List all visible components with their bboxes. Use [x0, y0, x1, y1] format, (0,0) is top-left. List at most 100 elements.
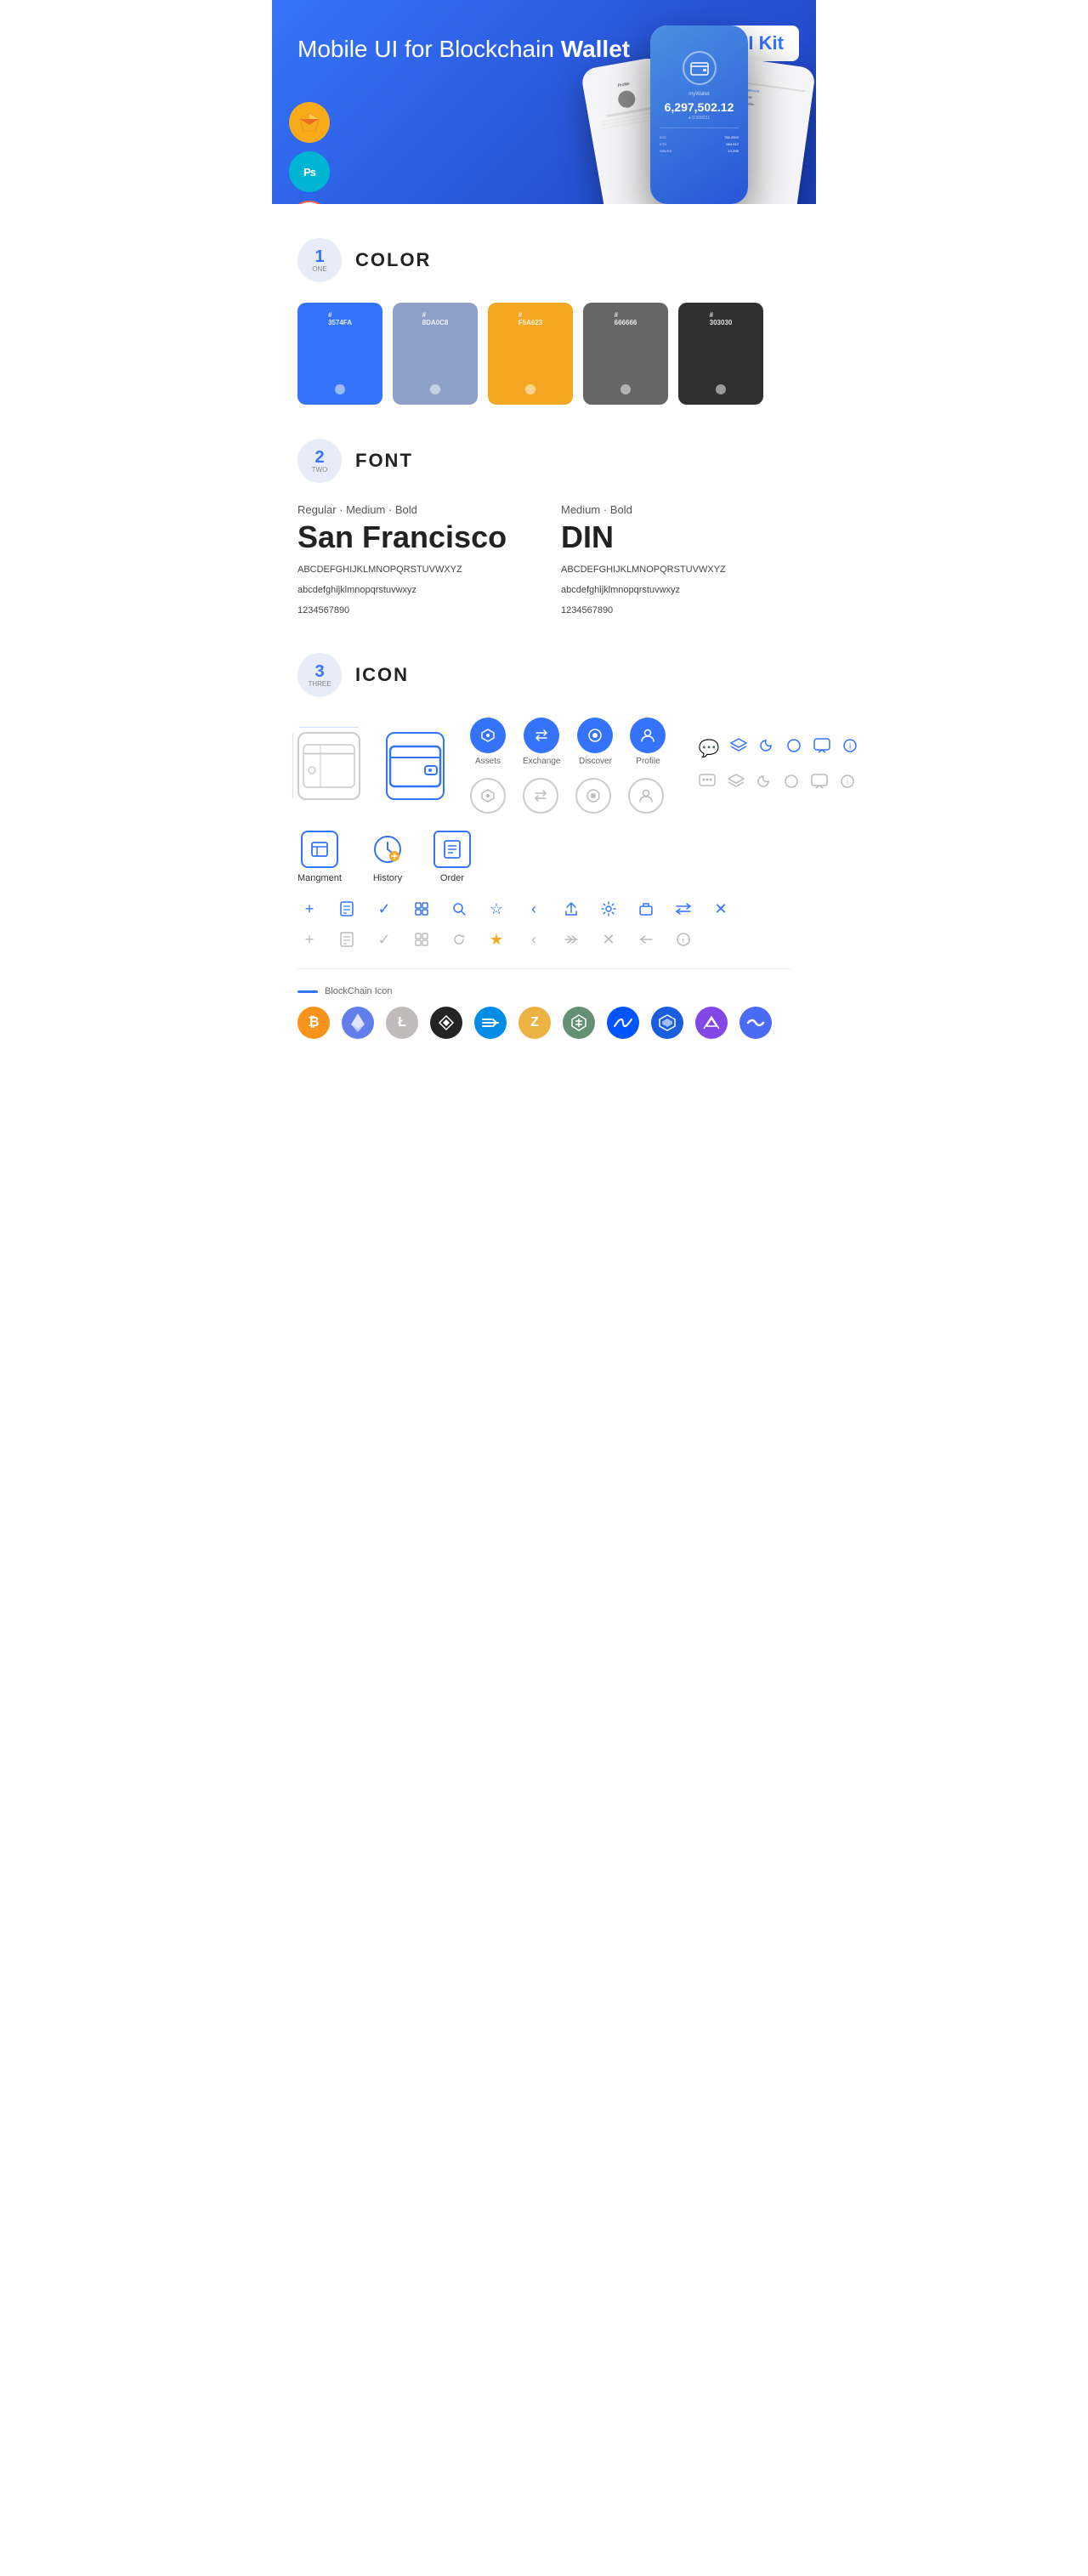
swatch-slate: #8DA0C8 — [393, 303, 478, 405]
misc-icons-right: 💬 i — [698, 736, 858, 795]
document-icon — [335, 897, 359, 921]
icon-row-outline — [470, 778, 666, 814]
zcash-icon: Z — [518, 1007, 551, 1039]
info-icon-outline: i — [839, 773, 856, 794]
circle-icon-outline — [783, 773, 800, 794]
document-icon-gray — [335, 928, 359, 951]
star-icon: ☆ — [484, 897, 508, 921]
close-icon: ✕ — [709, 897, 733, 921]
blockchain-label: BlockChain Icon — [298, 986, 790, 996]
export-icon — [634, 897, 658, 921]
screens-badge: 60+ Screens — [289, 201, 330, 204]
back-icon: ‹ — [522, 897, 546, 921]
check-icon: ✓ — [372, 897, 396, 921]
ethereum-icon — [342, 1007, 374, 1039]
moon-icon-outline — [756, 773, 773, 794]
blockchain-line — [298, 990, 318, 993]
bitcoin-icon: ₿ — [298, 1007, 330, 1039]
discover-icon — [577, 718, 613, 753]
litecoin-icon: Ł — [386, 1007, 418, 1039]
icon-named-rows: Assets Exchange Discover — [470, 718, 666, 814]
nav-icons-row: Mangment History — [298, 831, 790, 883]
font-title: FONT — [355, 450, 413, 472]
icon-title: ICON — [355, 664, 409, 686]
assets-icon-outline — [470, 778, 506, 814]
sketch-badge — [289, 102, 330, 143]
svg-text:i: i — [683, 936, 684, 945]
font-section: Regular · Medium · Bold San Francisco AB… — [298, 503, 790, 619]
hero-section: Mobile UI for Blockchain Wallet UI Kit P… — [272, 0, 816, 204]
star-icon-gold: ★ — [484, 928, 508, 951]
crypto-icons-row: ₿ Ł Z — [298, 1007, 790, 1039]
refresh-icon-gray — [447, 928, 471, 951]
check-icon-gray: ✓ — [372, 928, 396, 951]
toolbar-icons-gray: + ✓ ★ ‹ ✕ i — [298, 928, 790, 951]
iota-icon — [430, 1007, 462, 1039]
management-icon — [301, 831, 338, 868]
nav-icon-history: History — [369, 831, 406, 883]
swatch-gray: #666666 — [583, 303, 668, 405]
icon-exchange: Exchange — [523, 718, 560, 766]
misc-icons-outline: i — [698, 772, 858, 795]
share-icon — [559, 897, 583, 921]
settings-icon — [597, 897, 620, 921]
svg-text:i: i — [847, 778, 848, 787]
color-title: COLOR — [355, 249, 431, 271]
search-icon — [447, 897, 471, 921]
message-icon — [813, 737, 831, 759]
icon-discover: Discover — [577, 718, 613, 766]
misc-icons-filled: 💬 i — [698, 736, 858, 760]
icon-profile: Profile — [630, 718, 666, 766]
wallet-icon-outline-grid — [298, 732, 360, 800]
section-number-1: 1 ONE — [298, 238, 342, 282]
history-icon — [369, 831, 406, 868]
dash-icon — [474, 1007, 507, 1039]
qr-icon — [410, 897, 434, 921]
phone-2: myWallet 6,297,502.12 ● 0.500221 BTC 738… — [650, 26, 748, 204]
layers-icon — [729, 736, 748, 760]
close-icon-gray: ✕ — [597, 928, 620, 951]
wallet-icon-filled — [386, 732, 445, 800]
section-divider — [298, 968, 790, 969]
color-swatches: #3574FA #8DA0C8 #F5A623 #666666 #303030 — [298, 303, 790, 405]
tool-badges: Ps 60+ Screens — [289, 102, 330, 204]
kyber-icon — [651, 1007, 683, 1039]
phone-mockups: Profile myWallet 6,297,502.12 — [582, 17, 816, 204]
info-icon-gray: i — [672, 928, 695, 951]
svg-text:i: i — [849, 742, 851, 752]
profile-icon-outline — [628, 778, 664, 814]
chat-icon: 💬 — [698, 738, 719, 759]
icon-section-content: Assets Exchange Discover — [298, 718, 790, 1039]
chat-icon-outline — [698, 773, 717, 795]
add-icon: + — [298, 897, 321, 921]
icon-assets: Assets — [470, 718, 506, 766]
nav-icon-order: Order — [434, 831, 471, 883]
font-sf: Regular · Medium · Bold San Francisco AB… — [298, 503, 527, 619]
polygon-icon — [695, 1007, 728, 1039]
band-icon — [740, 1007, 772, 1039]
wallet-icons-row: Assets Exchange Discover — [298, 718, 790, 814]
color-section-header: 1 ONE COLOR — [298, 238, 790, 282]
forward-icon-gray — [559, 928, 583, 951]
reply-icon-gray — [634, 928, 658, 951]
discover-icon-outline — [575, 778, 611, 814]
waves-icon — [607, 1007, 639, 1039]
transfer-icon — [672, 897, 695, 921]
exchange-icon-outline — [523, 778, 558, 814]
order-icon — [434, 831, 471, 868]
swatch-blue: #3574FA — [298, 303, 382, 405]
message-icon-outline — [810, 773, 829, 794]
info-icon: i — [842, 737, 858, 759]
swatch-orange: #F5A623 — [488, 303, 573, 405]
profile-icon-filled — [630, 718, 666, 753]
assets-icon — [470, 718, 506, 753]
nav-icon-management: Mangment — [298, 831, 342, 883]
eth-classic-icon — [563, 1007, 595, 1039]
icon-section-header: 3 THREE ICON — [298, 653, 790, 697]
layers-icon-outline — [727, 772, 745, 795]
toolbar-icons-blue: + ✓ ☆ ‹ ✕ — [298, 897, 790, 921]
back-icon-gray: ‹ — [522, 928, 546, 951]
circle-icon — [785, 737, 802, 759]
add-icon-gray: + — [298, 928, 321, 951]
font-section-header: 2 TWO FONT — [298, 439, 790, 483]
